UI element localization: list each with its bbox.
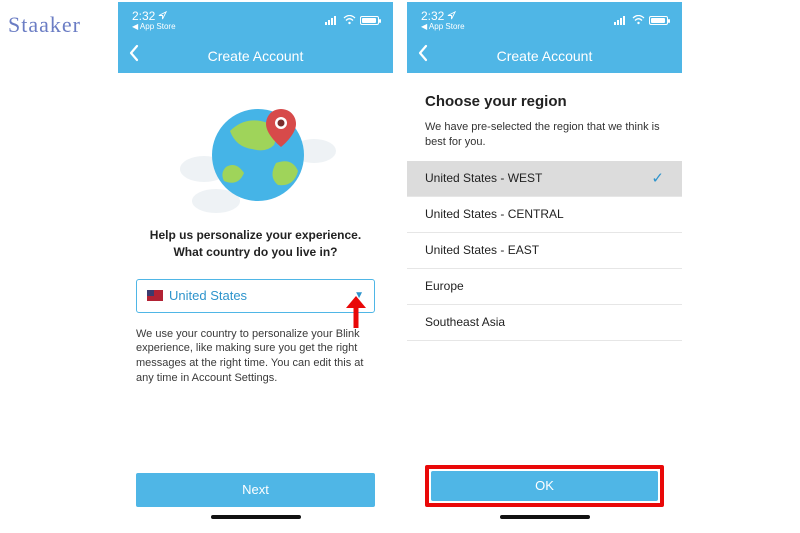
nav-bar: Create Account	[407, 38, 682, 73]
wifi-icon	[632, 15, 645, 25]
personalize-heading: Help us personalize your experience. Wha…	[136, 227, 375, 261]
region-item-us-west[interactable]: United States - WEST ✓	[407, 161, 682, 197]
battery-icon	[360, 16, 379, 25]
region-item-label: United States - WEST	[425, 171, 542, 185]
region-item-europe[interactable]: Europe	[407, 269, 682, 305]
wifi-icon	[343, 15, 356, 25]
nav-title: Create Account	[407, 48, 682, 64]
watermark-text: Staaker	[8, 12, 81, 38]
phone-screen-1: 2:32 ◀ App Store Create Account	[118, 2, 393, 531]
location-icon	[158, 11, 167, 20]
content-area: Choose your region We have pre-selected …	[407, 73, 682, 531]
status-bar: 2:32 ◀ App Store	[407, 2, 682, 38]
battery-icon	[649, 16, 668, 25]
annotation-arrow-icon	[341, 294, 371, 330]
phone-screen-2: 2:32 ◀ App Store Create Account Choose y…	[407, 2, 682, 531]
status-time: 2:32	[421, 10, 465, 22]
country-disclaimer: We use your country to personalize your …	[136, 327, 375, 386]
status-bar: 2:32 ◀ App Store	[118, 2, 393, 38]
location-icon	[447, 11, 456, 20]
signal-icon	[325, 16, 339, 25]
region-item-label: Southeast Asia	[425, 315, 505, 329]
region-title: Choose your region	[425, 93, 664, 110]
region-item-label: United States - CENTRAL	[425, 207, 564, 221]
phone-row: 2:32 ◀ App Store Create Account	[0, 0, 800, 531]
country-dropdown[interactable]: United States ▼	[136, 279, 375, 313]
region-item-label: Europe	[425, 279, 464, 293]
status-time: 2:32	[132, 10, 176, 22]
region-subtitle: We have pre-selected the region that we …	[425, 120, 664, 151]
globe-illustration	[136, 85, 375, 227]
annotation-highlight-box: OK	[425, 465, 664, 507]
ok-button[interactable]: OK	[431, 471, 658, 501]
us-flag-icon	[147, 290, 163, 301]
back-button[interactable]	[128, 44, 140, 68]
region-item-us-central[interactable]: United States - CENTRAL	[407, 197, 682, 233]
back-to-appstore[interactable]: ◀ App Store	[132, 23, 176, 31]
home-indicator[interactable]	[211, 515, 301, 519]
nav-bar: Create Account	[118, 38, 393, 73]
country-selected-value: United States	[169, 288, 247, 303]
status-left: 2:32 ◀ App Store	[132, 10, 176, 31]
signal-icon	[614, 16, 628, 25]
region-item-label: United States - EAST	[425, 243, 539, 257]
status-right	[325, 15, 379, 25]
home-indicator[interactable]	[500, 515, 590, 519]
back-to-appstore[interactable]: ◀ App Store	[421, 23, 465, 31]
status-right	[614, 15, 668, 25]
nav-title: Create Account	[118, 48, 393, 64]
region-list: United States - WEST ✓ United States - C…	[407, 161, 682, 341]
region-item-se-asia[interactable]: Southeast Asia	[407, 305, 682, 341]
next-button[interactable]: Next	[136, 473, 375, 507]
status-left: 2:32 ◀ App Store	[421, 10, 465, 31]
region-item-us-east[interactable]: United States - EAST	[407, 233, 682, 269]
check-icon: ✓	[651, 169, 664, 187]
back-button[interactable]	[417, 44, 429, 68]
